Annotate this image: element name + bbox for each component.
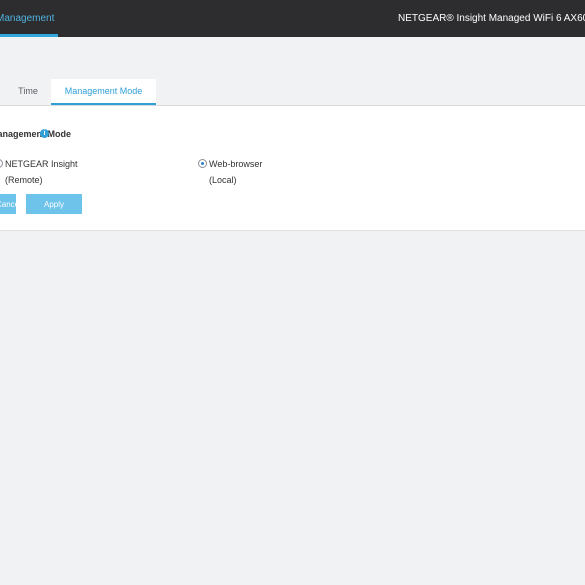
tab-management-mode[interactable]: Management Mode <box>51 79 156 105</box>
apply-button[interactable]: Apply <box>26 194 82 214</box>
radio-button-insight[interactable] <box>0 159 3 168</box>
radio-label-web-line2: (Local) <box>209 175 237 185</box>
section-title: Management Mode <box>0 129 72 139</box>
radio-button-web-browser[interactable] <box>198 159 207 168</box>
radio-label-insight-line2: (Remote) <box>5 175 43 185</box>
product-title: NETGEAR® Insight Managed WiFi 6 AX6000 T… <box>398 13 585 24</box>
nav-tab-management[interactable]: Management <box>0 0 58 37</box>
radio-label-insight-line1: NETGEAR Insight <box>5 159 78 169</box>
management-mode-panel: Management Mode i NETGEAR Insight (Remot… <box>0 106 585 231</box>
tab-time[interactable]: Time <box>8 79 48 105</box>
nav-tab-management-label: Management <box>0 13 55 24</box>
active-tab-indicator <box>0 34 58 37</box>
info-icon[interactable]: i <box>40 129 49 138</box>
radio-label-web-line1: Web-browser <box>209 159 263 169</box>
sub-tab-bar: Time Management Mode <box>0 79 585 106</box>
cancel-button[interactable]: Cancel <box>0 194 21 214</box>
top-navigation-bar: Management NETGEAR® Insight Managed WiFi… <box>0 0 585 37</box>
